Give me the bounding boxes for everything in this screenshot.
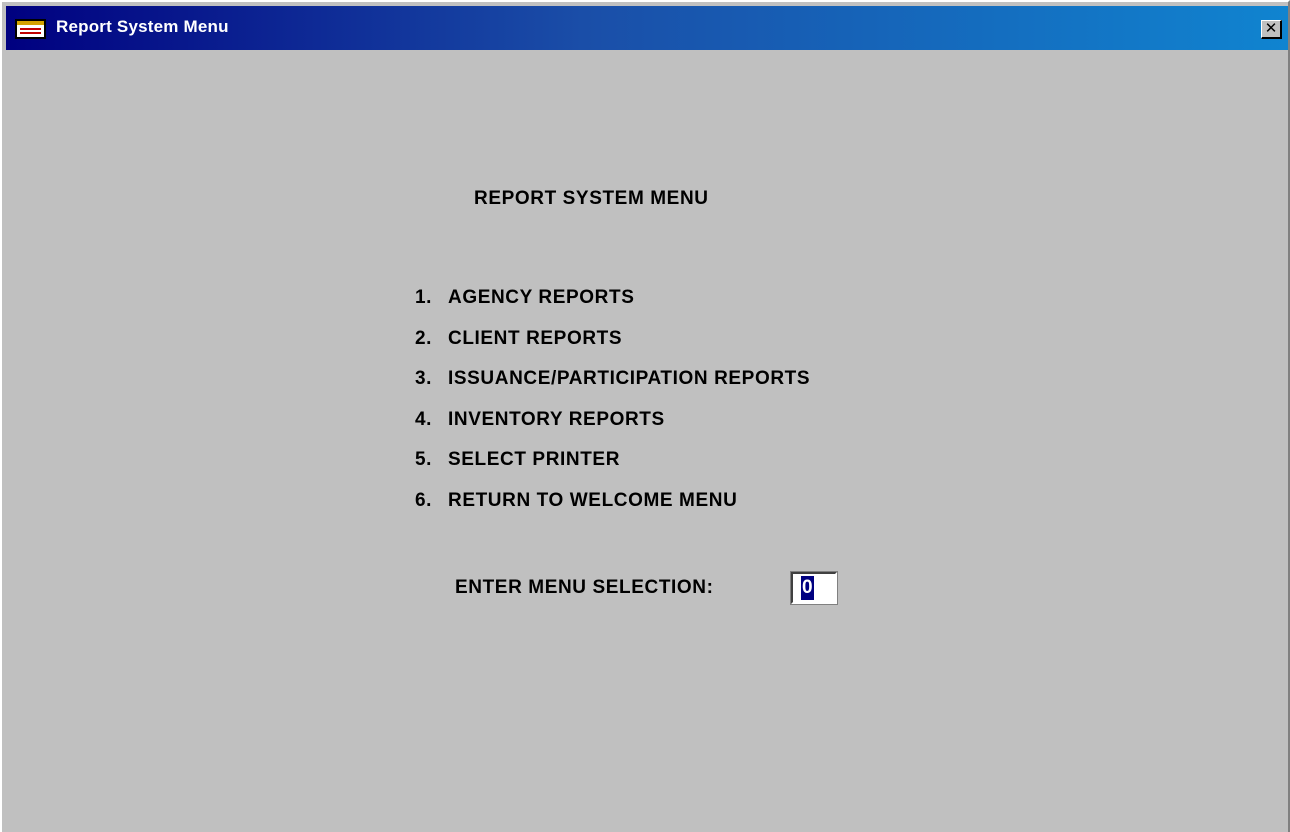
menu-item-number: 1.	[415, 287, 433, 308]
menu-item-return-to-welcome-menu[interactable]: 6. RETURN TO WELCOME MENU	[415, 490, 810, 531]
menu-selection-value: 0	[801, 576, 814, 600]
menu-item-label: INVENTORY REPORTS	[448, 408, 665, 430]
menu-list: 1. AGENCY REPORTS 2. CLIENT REPORTS 3. ISSU…	[415, 287, 810, 530]
menu-selection-input[interactable]: 0	[790, 571, 838, 605]
report-system-window: Report System Menu ✕ REPORT SYSTEM MENU …	[0, 0, 1290, 832]
form-icon	[15, 19, 46, 39]
window-title: Report System Menu	[56, 17, 229, 36]
close-button[interactable]: ✕	[1261, 20, 1282, 39]
menu-item-client-reports[interactable]: 2. CLIENT REPORTS	[415, 328, 810, 369]
menu-item-select-printer[interactable]: 5. SELECT PRINTER	[415, 449, 810, 490]
menu-item-label: SELECT PRINTER	[448, 449, 621, 470]
menu-item-number: 2.	[415, 327, 433, 349]
menu-item-label: AGENCY REPORTS	[448, 287, 635, 308]
menu-item-label: ISSUANCE/PARTICIPATION REPORTS	[448, 368, 811, 389]
menu-item-label: CLIENT REPORTS	[448, 327, 623, 349]
menu-item-issuance-participation-reports[interactable]: 3. ISSUANCE/PARTICIPATION REPORTS	[415, 368, 810, 409]
menu-selection-label: ENTER MENU SELECTION:	[455, 577, 714, 598]
menu-item-agency-reports[interactable]: 1. AGENCY REPORTS	[415, 287, 810, 328]
menu-item-number: 3.	[415, 368, 433, 389]
menu-item-number: 4.	[415, 408, 433, 430]
menu-item-inventory-reports[interactable]: 4. INVENTORY REPORTS	[415, 409, 810, 450]
menu-item-label: RETURN TO WELCOME MENU	[448, 489, 738, 511]
close-icon: ✕	[1264, 20, 1278, 37]
menu-item-number: 6.	[415, 489, 433, 511]
menu-item-number: 5.	[415, 449, 433, 470]
page-title: REPORT SYSTEM MENU	[474, 188, 709, 209]
title-bar[interactable]: Report System Menu ✕	[6, 6, 1288, 50]
